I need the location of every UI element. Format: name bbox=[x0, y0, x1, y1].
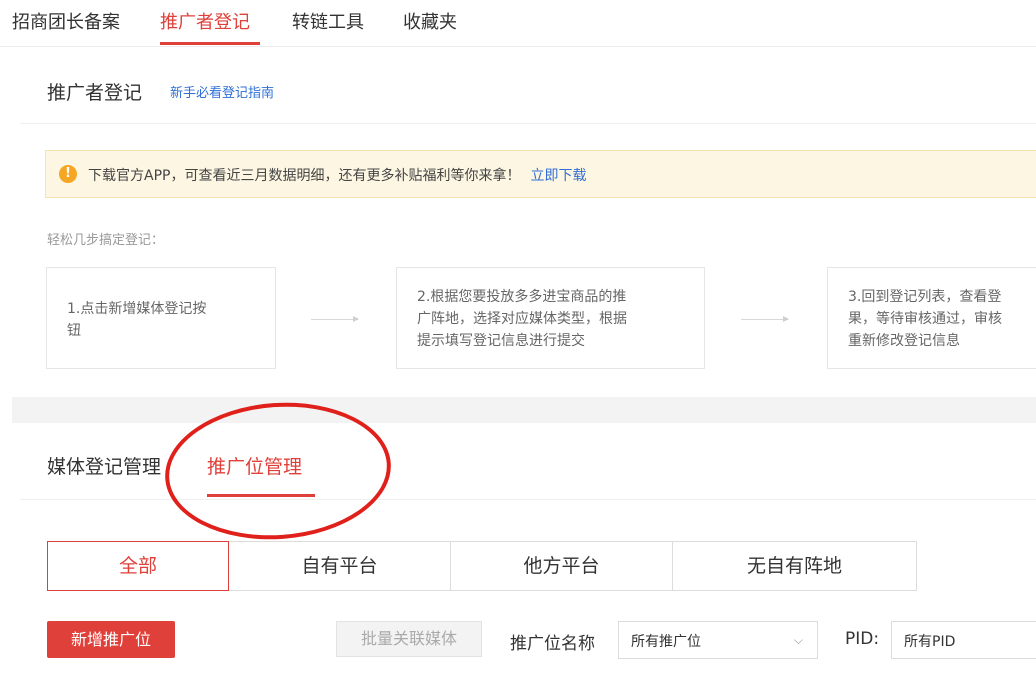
step-2-line: 提示填写登记信息进行提交 bbox=[417, 333, 585, 349]
segment-all[interactable]: 全部 bbox=[47, 541, 229, 591]
notice-text: 下载官方APP，可查看近三月数据明细，还有更多补贴福利等你来拿！ 立即下载 bbox=[88, 165, 586, 185]
subtab-media-registration[interactable]: 媒体登记管理 bbox=[47, 452, 161, 479]
step-2-line: 2.根据您要投放多多进宝商品的推 bbox=[417, 289, 627, 305]
tab-promoter-registration[interactable]: 推广者登记 bbox=[160, 8, 250, 34]
position-name-value: 所有推广位 bbox=[631, 634, 701, 650]
step-3-line: 3.回到登记列表，查看登 bbox=[848, 289, 1002, 305]
chevron-down-icon: ⌵ bbox=[793, 633, 803, 647]
step-3-text: 3.回到登记列表，查看登 果，等待审核通过，审核 重新修改登记信息 bbox=[848, 286, 1002, 352]
tab-merchant-leader-filing[interactable]: 招商团长备案 bbox=[12, 8, 120, 34]
tab-link-convert-tool[interactable]: 转链工具 bbox=[292, 8, 364, 34]
position-name-select[interactable]: 所有推广位 ⌵ bbox=[618, 621, 818, 659]
step-arrow-icon bbox=[311, 316, 359, 322]
step-2-text: 2.根据您要投放多多进宝商品的推 广阵地，选择对应媒体类型，根据 提示填写登记信… bbox=[417, 286, 627, 352]
download-link[interactable]: 立即下载 bbox=[530, 168, 586, 184]
step-card-3: 3.回到登记列表，查看登 果，等待审核通过，审核 重新修改登记信息 bbox=[827, 267, 1036, 369]
step-3-line: 果，等待审核通过，审核 bbox=[848, 311, 1002, 327]
step-card-2: 2.根据您要投放多多进宝商品的推 广阵地，选择对应媒体类型，根据 提示填写登记信… bbox=[396, 267, 705, 369]
alert-icon: ! bbox=[59, 165, 77, 183]
step-card-1: 1.点击新增媒体登记按 钮 bbox=[46, 267, 276, 369]
guide-link[interactable]: 新手必看登记指南 bbox=[170, 82, 274, 101]
section-separator bbox=[12, 397, 1036, 423]
step-1-text: 1.点击新增媒体登记按 钮 bbox=[67, 298, 206, 342]
step-1-line: 1.点击新增媒体登记按 bbox=[67, 301, 207, 317]
batch-link-media-button[interactable]: 批量关联媒体 bbox=[336, 621, 482, 657]
pid-label: PID: bbox=[845, 629, 880, 649]
step-3-line: 重新修改登记信息 bbox=[848, 333, 960, 349]
step-arrow-icon bbox=[741, 316, 789, 322]
notice-message: 下载官方APP，可查看近三月数据明细，还有更多补贴福利等你来拿！ bbox=[88, 168, 521, 184]
segment-no-own-channel[interactable]: 无自有阵地 bbox=[672, 541, 917, 591]
steps-intro: 轻松几步搞定登记： bbox=[47, 233, 165, 248]
pid-value: 所有PID bbox=[904, 634, 956, 650]
add-promotion-position-button[interactable]: 新增推广位 bbox=[47, 621, 175, 658]
step-1-line: 钮 bbox=[67, 323, 81, 339]
pid-select[interactable]: 所有PID bbox=[891, 621, 1036, 659]
notice-banner: ! 下载官方APP，可查看近三月数据明细，还有更多补贴福利等你来拿！ 立即下载 bbox=[45, 150, 1036, 198]
top-nav: 招商团长备案 推广者登记 转链工具 收藏夹 bbox=[0, 0, 1036, 47]
step-2-line: 广阵地，选择对应媒体类型，根据 bbox=[417, 311, 627, 327]
segment-other-platform[interactable]: 他方平台 bbox=[450, 541, 673, 591]
header-divider bbox=[20, 123, 1036, 124]
position-name-label: 推广位名称 bbox=[510, 634, 595, 654]
page-title: 推广者登记 bbox=[47, 82, 143, 104]
tab-favorites[interactable]: 收藏夹 bbox=[403, 8, 457, 34]
active-tab-indicator bbox=[160, 42, 260, 45]
segment-own-platform[interactable]: 自有平台 bbox=[228, 541, 451, 591]
